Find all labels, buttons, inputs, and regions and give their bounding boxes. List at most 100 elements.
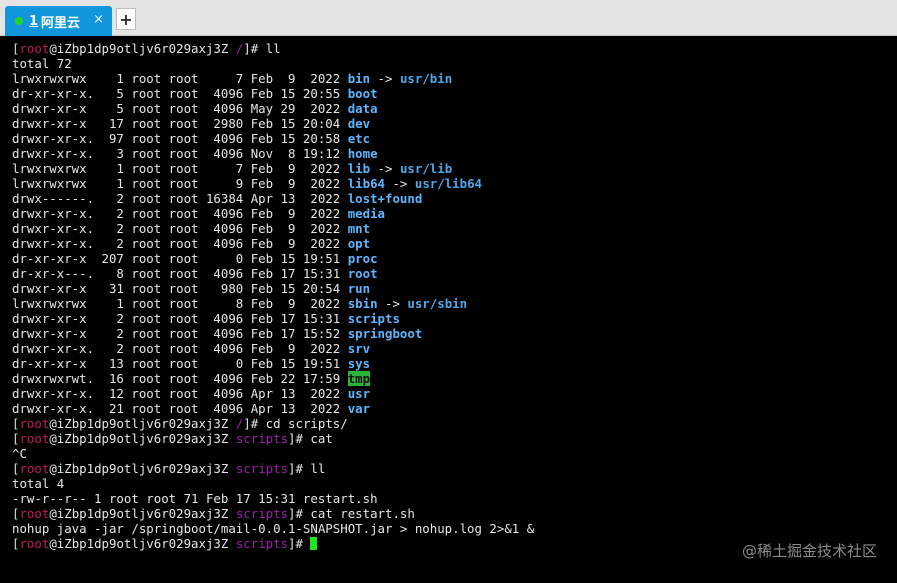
terminal-line: drwxr-xr-x. 21 root root 4096 Apr 13 202… bbox=[12, 401, 892, 416]
terminal-line: [root@iZbp1dp9otljv6r029axj3Z scripts]# … bbox=[12, 431, 892, 446]
terminal-line: drwxr-xr-x. 12 root root 4096 Apr 13 202… bbox=[12, 386, 892, 401]
terminal-text: lib bbox=[347, 161, 371, 176]
terminal-output[interactable]: [root@iZbp1dp9otljv6r029axj3Z /]# ll tota… bbox=[12, 41, 892, 581]
terminal-text: springboot bbox=[347, 326, 423, 341]
terminal-text: ]# ll bbox=[288, 461, 326, 476]
connected-status-icon bbox=[15, 17, 23, 25]
terminal-text: drwxr-xr-x 17 root root 2980 Feb 15 20:0… bbox=[12, 116, 348, 131]
terminal-line: [root@iZbp1dp9otljv6r029axj3Z scripts]# … bbox=[12, 461, 892, 476]
terminal-line: drwxrwxrwt. 16 root root 4096 Feb 22 17:… bbox=[12, 371, 892, 386]
terminal-line: [root@iZbp1dp9otljv6r029axj3Z /]# cd scr… bbox=[12, 416, 892, 431]
terminal-text: ]# bbox=[288, 536, 311, 551]
terminal-text: media bbox=[347, 206, 386, 221]
terminal-text: drwxr-xr-x. 21 root root 4096 Apr 13 202… bbox=[12, 401, 348, 416]
terminal-text: dr-xr-xr-x. 5 root root 4096 Feb 15 20:5… bbox=[12, 86, 348, 101]
terminal-text: @iZbp1dp9otljv6r029axj3Z bbox=[49, 536, 236, 551]
terminal-line: drwxr-xr-x. 2 root root 4096 Feb 9 2022 … bbox=[12, 206, 892, 221]
terminal-text: usr/lib64 bbox=[414, 176, 482, 191]
terminal-text: lrwxrwxrwx 1 root root 8 Feb 9 2022 bbox=[12, 296, 348, 311]
terminal-text: bin bbox=[347, 71, 371, 86]
terminal-line: drwx------. 2 root root 16384 Apr 13 202… bbox=[12, 191, 892, 206]
terminal-text: scripts bbox=[235, 431, 289, 446]
terminal-text: drwx------. 2 root root 16384 Apr 13 202… bbox=[12, 191, 348, 206]
terminal-line: drwxr-xr-x 5 root root 4096 May 29 2022 … bbox=[12, 101, 892, 116]
terminal-line: -rw-r--r-- 1 root root 71 Feb 17 15:31 r… bbox=[12, 491, 892, 506]
terminal-line: dr-xr-x---. 8 root root 4096 Feb 17 15:3… bbox=[12, 266, 892, 281]
terminal-text: scripts bbox=[235, 536, 289, 551]
terminal-text: root bbox=[19, 416, 50, 431]
terminal-line: dr-xr-xr-x 13 root root 0 Feb 15 19:51 s… bbox=[12, 356, 892, 371]
terminal-line: drwxr-xr-x. 2 root root 4096 Feb 9 2022 … bbox=[12, 221, 892, 236]
terminal-text: lib64 bbox=[347, 176, 386, 191]
terminal-text: @iZbp1dp9otljv6r029axj3Z bbox=[49, 416, 236, 431]
close-icon[interactable]: × bbox=[93, 12, 104, 27]
terminal-text: scripts bbox=[347, 311, 400, 326]
terminal-text: nohup java -jar /springboot/mail-0.0.1-S… bbox=[12, 521, 535, 536]
terminal-text: dr-xr-xr-x 207 root root 0 Feb 15 19:51 bbox=[12, 251, 348, 266]
terminal-text: usr bbox=[347, 386, 371, 401]
terminal-text: proc bbox=[347, 251, 378, 266]
terminal-line: dr-xr-xr-x 207 root root 0 Feb 15 19:51 … bbox=[12, 251, 892, 266]
terminal-line: total 4 bbox=[12, 476, 892, 491]
terminal-text: -> bbox=[377, 296, 408, 311]
terminal-text: -> bbox=[370, 71, 400, 86]
terminal-text: boot bbox=[347, 86, 378, 101]
terminal-text: ^C bbox=[12, 446, 27, 461]
terminal-text: lost+found bbox=[347, 191, 423, 206]
terminal-cursor bbox=[310, 537, 318, 550]
terminal-text: scripts bbox=[235, 461, 289, 476]
add-tab-button[interactable]: + bbox=[116, 8, 136, 30]
terminal-text: root bbox=[19, 431, 50, 446]
terminal-text: drwxr-xr-x 2 root root 4096 Feb 17 15:31 bbox=[12, 311, 348, 326]
terminal-line: drwxr-xr-x. 3 root root 4096 Nov 8 19:12… bbox=[12, 146, 892, 161]
terminal-line: drwxr-xr-x 17 root root 2980 Feb 15 20:0… bbox=[12, 116, 892, 131]
terminal-line: total 72 bbox=[12, 56, 892, 71]
watermark: @稀土掘金技术社区 bbox=[741, 542, 877, 560]
terminal-line: drwxr-xr-x. 97 root root 4096 Feb 15 20:… bbox=[12, 131, 892, 146]
terminal-text: mnt bbox=[347, 221, 371, 236]
terminal-text: data bbox=[347, 101, 378, 116]
terminal-text: sys bbox=[347, 356, 371, 371]
terminal-line: drwxr-xr-x 31 root root 980 Feb 15 20:54… bbox=[12, 281, 892, 296]
terminal-text: home bbox=[347, 146, 378, 161]
terminal-text: sbin bbox=[347, 296, 378, 311]
terminal-text: usr/lib bbox=[399, 161, 453, 176]
terminal-line: drwxr-xr-x. 2 root root 4096 Feb 9 2022 … bbox=[12, 236, 892, 251]
terminal-text: lrwxrwxrwx 1 root root 9 Feb 9 2022 bbox=[12, 176, 348, 191]
terminal-text: run bbox=[347, 281, 371, 296]
terminal-line: lrwxrwxrwx 1 root root 7 Feb 9 2022 lib … bbox=[12, 161, 892, 176]
terminal-text: dev bbox=[347, 116, 371, 131]
tab-aliyun[interactable]: 1 阿里云 × bbox=[5, 6, 112, 36]
terminal-text: drwxr-xr-x. 2 root root 4096 Feb 9 2022 bbox=[12, 236, 348, 251]
terminal-line: nohup java -jar /springboot/mail-0.0.1-S… bbox=[12, 521, 892, 536]
terminal-text: drwxrwxrwt. 16 root root 4096 Feb 22 17:… bbox=[12, 371, 348, 386]
terminal-text: drwxr-xr-x 5 root root 4096 May 29 2022 bbox=[12, 101, 348, 116]
terminal-text: root bbox=[19, 41, 50, 56]
terminal-text: usr/bin bbox=[399, 71, 453, 86]
terminal-text: ]# cat bbox=[288, 431, 333, 446]
terminal-text: drwxr-xr-x. 3 root root 4096 Nov 8 19:12 bbox=[12, 146, 348, 161]
terminal-line: drwxr-xr-x 2 root root 4096 Feb 17 15:52… bbox=[12, 326, 892, 341]
terminal-text: total 4 bbox=[12, 476, 65, 491]
terminal-text: drwxr-xr-x. 2 root root 4096 Feb 9 2022 bbox=[12, 221, 348, 236]
terminal-text: ]# cd scripts/ bbox=[243, 416, 348, 431]
terminal-line: lrwxrwxrwx 1 root root 7 Feb 9 2022 bin … bbox=[12, 71, 892, 86]
terminal-line: dr-xr-xr-x. 5 root root 4096 Feb 15 20:5… bbox=[12, 86, 892, 101]
terminal-text: srv bbox=[347, 341, 371, 356]
tab-number: 1 bbox=[29, 13, 39, 29]
terminal-text: root bbox=[19, 506, 50, 521]
terminal-text: drwxr-xr-x. 12 root root 4096 Apr 13 202… bbox=[12, 386, 348, 401]
terminal-text: scripts bbox=[235, 506, 289, 521]
terminal-text: var bbox=[347, 401, 371, 416]
terminal-line: drwxr-xr-x 2 root root 4096 Feb 17 15:31… bbox=[12, 311, 892, 326]
terminal-text: drwxr-xr-x. 97 root root 4096 Feb 15 20:… bbox=[12, 131, 348, 146]
terminal-line: drwxr-xr-x. 2 root root 4096 Feb 9 2022 … bbox=[12, 341, 892, 356]
terminal-text: root bbox=[19, 536, 50, 551]
terminal-text: opt bbox=[347, 236, 371, 251]
terminal-text: etc bbox=[347, 131, 371, 146]
terminal-text: -> bbox=[370, 161, 400, 176]
tab-title: 阿里云 bbox=[41, 15, 81, 31]
terminal-text: ]# ll bbox=[243, 41, 281, 56]
terminal-text: drwxr-xr-x. 2 root root 4096 Feb 9 2022 bbox=[12, 341, 348, 356]
terminal-text: -> bbox=[385, 176, 415, 191]
